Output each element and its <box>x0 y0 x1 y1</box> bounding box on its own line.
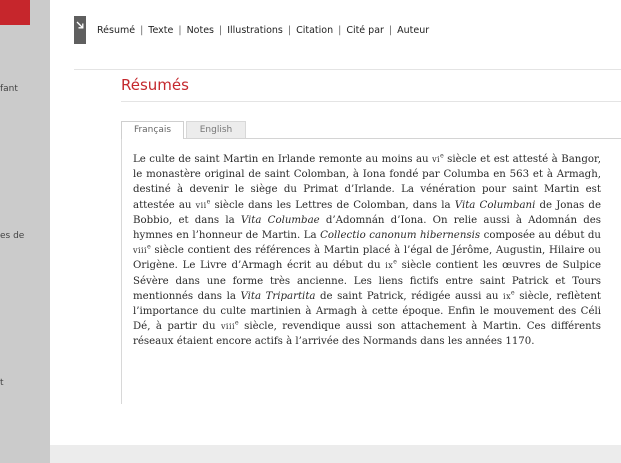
text-run: composée au début du <box>480 230 601 242</box>
nav-separator: | <box>338 25 342 36</box>
left-sidebar: fant es de t <box>0 0 50 463</box>
nav-cite-par-link[interactable]: Cité par <box>346 25 384 36</box>
nav-citation-link[interactable]: Citation <box>296 25 333 36</box>
nav-separator: | <box>388 25 393 36</box>
nav-texte-link[interactable]: Texte <box>148 25 173 36</box>
abstract-left-border <box>121 139 122 404</box>
text-run: de saint Patrick, rédigée aussi au <box>315 290 504 302</box>
text-run: siècle dans les Lettres de Colomban, dan… <box>210 199 455 211</box>
article-nav: Résumé | Texte | Notes | Illustrations | Citatio… <box>97 25 429 36</box>
section-title: Résumés <box>121 76 189 94</box>
page-footer-gap <box>50 445 621 463</box>
sidebar-text-fragment[interactable]: fant <box>0 84 18 94</box>
abstract-text: Le culte de saint Martin en Irlande remo… <box>133 152 601 350</box>
tab-divider <box>121 138 621 139</box>
title-divider <box>121 101 621 102</box>
century-numeral: vi <box>432 155 441 164</box>
nav-separator: | <box>287 25 292 36</box>
nav-auteur-link[interactable]: Auteur <box>397 25 429 36</box>
nav-divider <box>74 69 621 70</box>
sidebar-text-fragment[interactable]: es de <box>0 231 24 241</box>
century-numeral: viii <box>220 322 236 332</box>
italic-title: Vita Tripartita <box>240 290 316 302</box>
tab-english[interactable]: English <box>186 121 246 139</box>
nav-separator: | <box>140 25 144 36</box>
sidebar-text-fragment[interactable]: t <box>0 378 4 388</box>
italic-title: Collectio canonum hibernensis <box>320 230 481 242</box>
sidebar-accent-block <box>0 0 30 25</box>
nav-resume-link[interactable]: Résumé <box>97 25 135 36</box>
arrow-down-right-icon <box>76 21 84 29</box>
text-run: Le culte de saint Martin en Irlande remo… <box>133 154 433 165</box>
century-numeral: vii <box>195 200 207 210</box>
toggle-sidebar-button[interactable] <box>74 16 86 44</box>
nav-separator: | <box>219 25 223 36</box>
italic-title: Vita Columbae <box>240 214 320 226</box>
italic-title: Vita Columbani <box>454 199 536 211</box>
nav-notes-link[interactable]: Notes <box>187 25 214 36</box>
main-panel: Résumé | Texte | Notes | Illustrations | Citatio… <box>50 0 621 445</box>
tab-francais[interactable]: Français <box>121 121 184 139</box>
century-numeral: viii <box>133 246 148 256</box>
nav-illustrations-link[interactable]: Illustrations <box>227 25 283 36</box>
century-numeral: ix <box>503 291 512 301</box>
nav-separator: | <box>178 25 182 36</box>
